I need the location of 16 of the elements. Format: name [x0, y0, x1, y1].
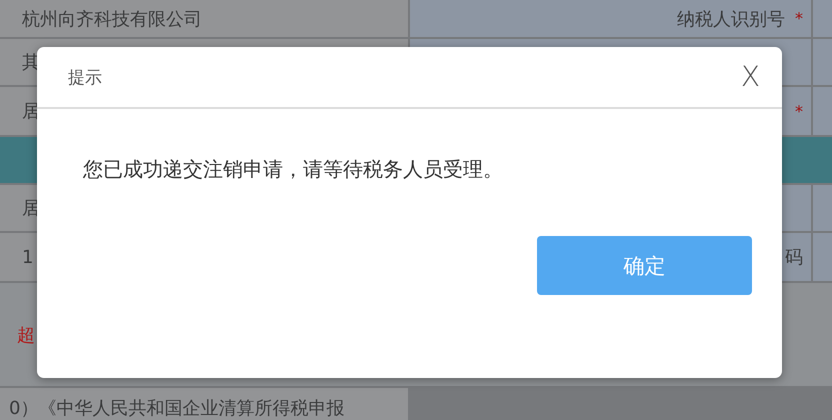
required-mark: *: [795, 9, 803, 28]
required-mark: *: [795, 102, 803, 120]
form-cell: [813, 0, 832, 37]
dialog-message: 您已成功递交注销申请，请等待税务人员受理。: [83, 156, 503, 182]
form-cell: [813, 39, 832, 85]
field-label: 纳税人识别号: [677, 8, 785, 30]
field-label: 码: [785, 246, 803, 269]
cell-text: 1: [22, 246, 34, 268]
form-cell: [813, 87, 832, 135]
form-cell: [813, 233, 832, 281]
close-button[interactable]: X: [736, 63, 764, 91]
note-text: 超: [17, 324, 35, 346]
cell-text: 杭州向齐科技有限公司: [22, 8, 202, 30]
row-text: 0）《中华人民共和国企业清算所得税申报: [9, 397, 344, 420]
form-cell: [813, 185, 832, 231]
dialog-title: 提示: [68, 66, 102, 88]
